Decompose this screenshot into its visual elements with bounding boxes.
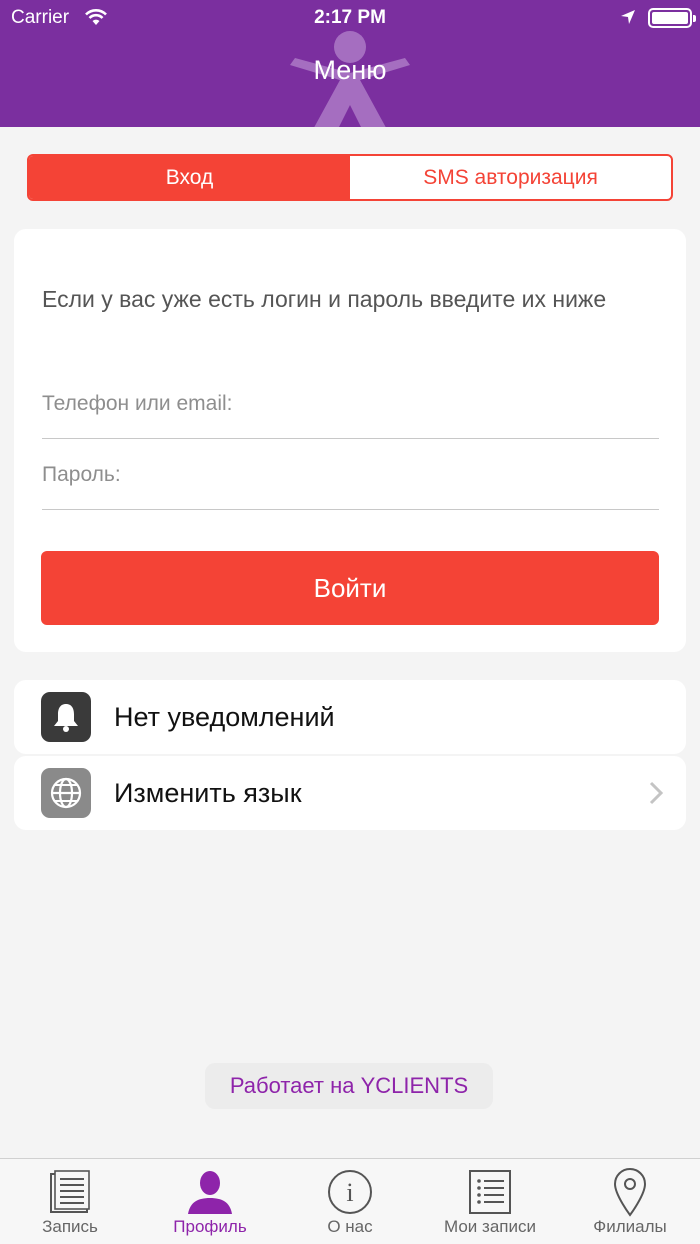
status-bar: Carrier 2:17 PM [0,0,700,36]
tab-label: Профиль [173,1217,247,1236]
page-title: Меню [313,55,387,85]
login-intro-text: Если у вас уже есть логин и пароль введи… [42,286,607,312]
bell-icon [41,692,91,742]
password-input[interactable] [42,440,659,509]
map-pin-icon [605,1167,655,1217]
clock-label: 2:17 PM [314,7,386,28]
battery-icon [648,8,696,28]
phone-email-input[interactable] [42,369,659,438]
person-icon [185,1167,235,1217]
login-button[interactable]: Войти [41,551,659,625]
tab-label: Запись [42,1217,98,1236]
tab-branches[interactable]: Филиалы [560,1159,700,1244]
location-arrow-icon [621,10,635,24]
phone-email-field [42,369,659,439]
login-card: Если у вас уже есть логин и пароль введи… [14,229,686,652]
notifications-row[interactable]: Нет уведомлений [14,680,686,754]
info-icon: i [325,1167,375,1217]
auth-mode-segmented-control: Вход SMS авторизация [27,154,673,201]
svg-text:i: i [346,1178,353,1207]
document-icon [45,1167,95,1217]
tab-bar: Запись Профиль i О нас Мои записи Филиал… [0,1158,700,1244]
tab-label: О нас [327,1217,373,1236]
tab-booking[interactable]: Запись [0,1159,140,1244]
tab-login[interactable]: Вход [29,156,350,199]
tab-about[interactable]: i О нас [280,1159,420,1244]
change-language-label: Изменить язык [114,778,302,808]
powered-by-link[interactable]: Работает на YCLIENTS [205,1063,493,1109]
navigation-header: Carrier 2:17 PM Меню [0,0,700,127]
tab-profile[interactable]: Профиль [140,1159,280,1244]
globe-icon [41,768,91,818]
notifications-label: Нет уведомлений [114,702,335,732]
chevron-right-icon [649,781,664,805]
tab-sms-auth[interactable]: SMS авторизация [350,156,671,199]
tab-label: Мои записи [444,1217,536,1236]
tab-label: Филиалы [593,1217,667,1236]
tab-my-bookings[interactable]: Мои записи [420,1159,560,1244]
list-icon [465,1167,515,1217]
password-field [42,440,659,510]
change-language-row[interactable]: Изменить язык [14,756,686,830]
